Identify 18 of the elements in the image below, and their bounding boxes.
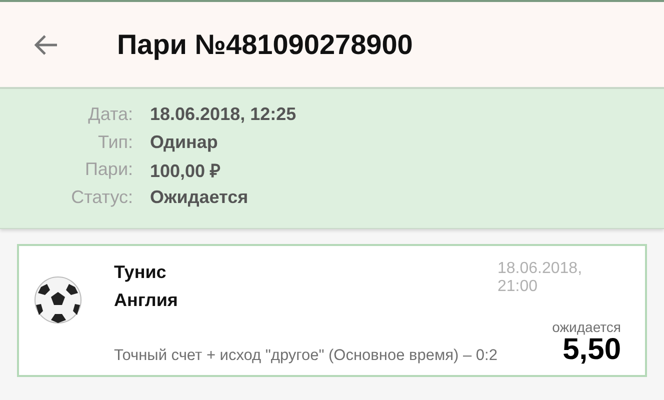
detail-label: Пари: [84,159,133,180]
bet-status: ожидается [552,319,621,335]
soccer-ball-icon [33,275,83,325]
odds-value: 5,50 [562,335,621,365]
event-date: 18.06.2018, 21:00 [497,260,584,296]
detail-label: Статус: [70,186,133,208]
detail-value: 100,00 ₽ [150,160,220,182]
detail-label: Тип: [96,132,133,153]
team-name: Англия [114,289,179,312]
team-name: Тунис [114,261,168,284]
event-card[interactable]: Тунис Англия Точный счет + исход "другое" (Основное время) – 0:2 18.06.2018, 21:00 ожидается 5,50 [17,244,647,377]
bet-market: Точный счет + исход "другое" (Основное время) – 0:2 [114,347,498,365]
page-title: Пари №481090278900 [117,28,413,60]
detail-value: Одинар [150,132,218,153]
back-arrow-icon[interactable] [33,34,59,56]
detail-value: 18.06.2018, 12:25 [150,104,296,126]
detail-value: Ожидается [150,186,248,208]
detail-label: Дата: [87,104,133,126]
